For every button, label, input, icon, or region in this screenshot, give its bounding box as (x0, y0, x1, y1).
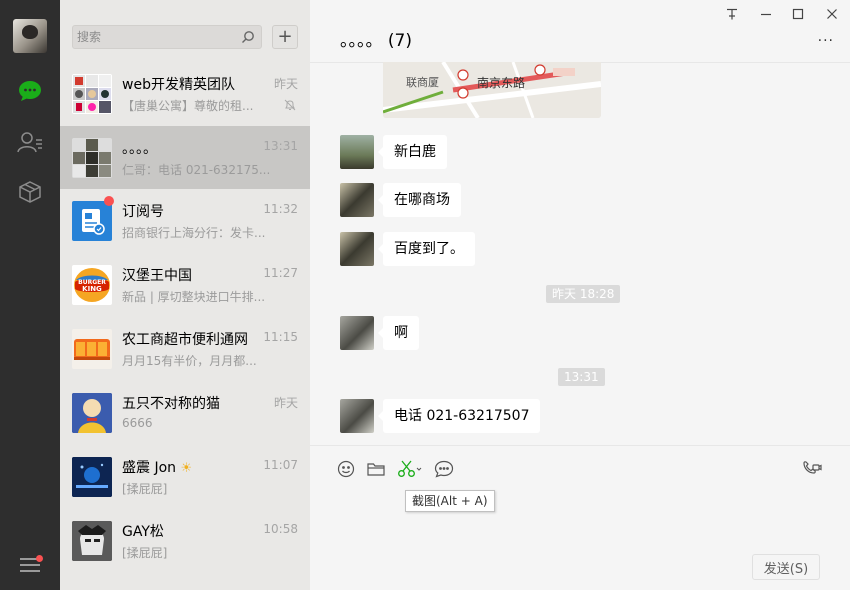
video-call-icon[interactable] (801, 458, 823, 480)
input-divider (310, 445, 850, 446)
contact-avatar (72, 521, 112, 561)
session-name: 。。。。 (122, 141, 157, 157)
session-name: 农工商超市便利通网 (122, 332, 248, 348)
group-avatar (72, 74, 112, 114)
session-item[interactable]: BURGER KING 汉堡王中国 11:27 新品 | 厚切整块进口牛排... (60, 253, 310, 316)
favorites-box-icon[interactable] (16, 178, 44, 206)
chat-title: 。。。。 (7) (340, 31, 412, 51)
sun-emoji-icon: ☀ (180, 461, 193, 476)
search-icon[interactable] (241, 30, 255, 44)
session-name-text: 盛震 Jon (122, 460, 177, 476)
session-time: 昨天 (273, 396, 298, 410)
user-avatar[interactable] (13, 19, 47, 53)
session-time: 13:31 (263, 139, 298, 153)
session-time: 11:07 (263, 458, 298, 472)
notification-dot (36, 555, 43, 562)
message-bubble[interactable]: 百度到了。 (378, 232, 475, 266)
chat-bubble-icon[interactable] (16, 77, 44, 105)
sender-avatar[interactable] (340, 135, 374, 169)
session-preview: [揉屁屁] (122, 482, 168, 496)
session-preview: 新品 | 厚切整块进口牛排... (122, 290, 266, 304)
session-preview: 【唐巢公寓】尊敬的租... (122, 99, 254, 113)
search-box (72, 25, 262, 49)
group-avatar (72, 138, 112, 178)
session-preview: [揉屁屁] (122, 546, 168, 560)
session-item[interactable]: GAY松 10:58 [揉屁屁] (60, 509, 310, 572)
svg-text:KING: KING (82, 285, 102, 293)
session-name: web开发精英团队 (122, 77, 235, 93)
chat-panel: 。。。。 (7) ... 联商厦 南京东路 新白鹿 在哪商场 百度到了。 昨天 … (310, 0, 850, 590)
emoji-icon[interactable] (335, 458, 357, 480)
subscription-avatar (72, 201, 112, 241)
session-item-active[interactable]: 。。。。 13:31 仁哥：电话 021-632175... (60, 126, 310, 189)
session-item[interactable]: 订阅号 11:32 招商银行上海分行：发卡... (60, 189, 310, 252)
session-preview: 月月15有半价，月月都... (122, 354, 257, 368)
session-item[interactable]: 农工商超市便利通网 11:15 月月15有半价，月月都... (60, 317, 310, 380)
session-item[interactable]: web开发精英团队 昨天 【唐巢公寓】尊敬的租... (60, 62, 310, 125)
maximize-icon[interactable] (789, 6, 807, 22)
session-name: 汉堡王中国 (122, 268, 192, 284)
add-chat-button[interactable]: + (272, 25, 298, 49)
close-icon[interactable] (823, 6, 841, 22)
sender-avatar[interactable] (340, 183, 374, 217)
session-list: + web开发精英团队 昨天 【唐巢公寓】尊敬的租... (60, 0, 310, 590)
sender-avatar[interactable] (340, 316, 374, 350)
message-bubble[interactable]: 电话 021-63217507 (377, 399, 541, 433)
group-avatar (72, 393, 112, 433)
session-time: 11:15 (263, 330, 298, 344)
send-button[interactable]: 发送(S) (752, 554, 820, 580)
store-logo (72, 329, 112, 369)
contacts-icon[interactable] (16, 128, 44, 156)
mute-bell-icon (284, 99, 296, 111)
chat-history-icon[interactable] (433, 458, 455, 480)
search-input[interactable] (75, 27, 235, 47)
session-name: 盛震 Jon ☀ (122, 457, 192, 477)
search-bar: + (72, 25, 310, 49)
session-preview: 6666 (122, 416, 153, 430)
pin-icon[interactable] (723, 6, 741, 22)
map-poi-label: 联商厦 (406, 76, 439, 89)
minimize-icon[interactable] (757, 6, 775, 22)
scissors-icon[interactable] (395, 458, 425, 480)
map-street-label: 南京东路 (477, 76, 526, 90)
session-name: GAY松 (122, 524, 164, 540)
folder-icon[interactable] (365, 458, 387, 480)
unread-dot (104, 196, 114, 206)
message-bubble[interactable]: 新白鹿 (378, 135, 447, 169)
timestamp-chip: 昨天 18:28 (546, 285, 621, 303)
contact-avatar (72, 457, 112, 497)
session-preview: 仁哥：电话 021-632175... (122, 163, 271, 177)
screenshot-tooltip: 截图(Alt + A) (405, 490, 495, 512)
burger-king-logo: BURGER KING (72, 265, 112, 305)
session-name: 订阅号 (122, 204, 164, 220)
session-time: 11:27 (263, 266, 298, 280)
session-preview: 招商银行上海分行：发卡... (122, 226, 266, 240)
session-time: 10:58 (263, 522, 298, 536)
session-name: 五只不对称的猫 (122, 396, 220, 412)
session-time: 11:32 (263, 202, 298, 216)
message-bubble[interactable]: 啊 (378, 316, 419, 350)
sender-avatar[interactable] (340, 399, 374, 433)
message-bubble[interactable]: 在哪商场 (378, 183, 461, 217)
session-item[interactable]: 盛震 Jon ☀ 11:07 [揉屁屁] (60, 445, 310, 508)
sender-avatar[interactable] (340, 232, 374, 266)
menu-icon[interactable] (20, 555, 43, 572)
timestamp-chip: 13:31 (558, 368, 605, 386)
session-item[interactable]: 五只不对称的猫 昨天 6666 (60, 381, 310, 444)
session-time: 昨天 (273, 77, 298, 91)
location-map-message[interactable]: 联商厦 南京东路 (383, 62, 601, 118)
nav-bar (0, 0, 60, 590)
more-options-button[interactable]: ... (818, 30, 834, 44)
